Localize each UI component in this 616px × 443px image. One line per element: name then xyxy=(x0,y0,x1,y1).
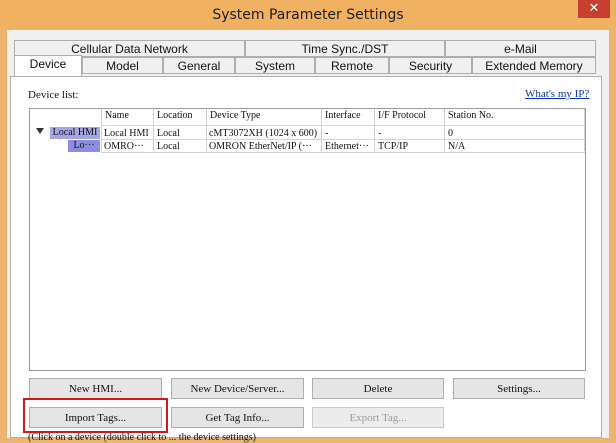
new-hmi-button[interactable]: New HMI... xyxy=(29,378,162,399)
column-header-name[interactable]: Name xyxy=(105,110,129,124)
cell-protocol: TCP/IP xyxy=(378,141,409,152)
new-device-server-button[interactable]: New Device/Server... xyxy=(171,378,304,399)
tab-model[interactable]: Model xyxy=(82,57,163,74)
cell-station: 0 xyxy=(448,128,453,139)
cell-location: Local xyxy=(157,141,180,152)
column-divider xyxy=(584,109,585,151)
expand-arrow-icon[interactable] xyxy=(36,128,44,134)
column-divider xyxy=(101,109,102,151)
cell-device-type: OMRON EtherNet/IP (··· xyxy=(209,141,312,152)
export-tag-button: Export Tag... xyxy=(312,407,444,428)
column-divider xyxy=(374,109,375,151)
title-bar: System Parameter Settings ✕ xyxy=(0,0,616,30)
tab-extended-memory[interactable]: Extended Memory xyxy=(472,57,596,74)
column-header-device-type[interactable]: Device Type xyxy=(210,110,260,124)
settings-button[interactable]: Settings... xyxy=(453,378,585,399)
tab-device[interactable]: Device xyxy=(14,55,82,76)
row-divider xyxy=(101,152,585,153)
column-divider xyxy=(206,109,207,151)
cell-location: Local xyxy=(157,128,180,139)
cell-name: OMRO··· xyxy=(104,141,144,152)
column-divider xyxy=(153,109,154,151)
delete-button[interactable]: Delete xyxy=(312,378,444,399)
column-header-location[interactable]: Location xyxy=(157,110,193,124)
whats-my-ip-link[interactable]: What's my IP? xyxy=(525,88,589,100)
column-header-if-protocol[interactable]: I/F Protocol xyxy=(378,110,426,124)
device-list-label: Device list: xyxy=(28,89,79,101)
column-header-station-no[interactable]: Station No. xyxy=(448,110,494,124)
close-button[interactable]: ✕ xyxy=(578,0,610,18)
cell-device-type: cMT3072XH (1024 x 600) xyxy=(209,128,318,139)
cell-station: N/A xyxy=(448,141,466,152)
column-header-interface[interactable]: Interface xyxy=(325,110,361,124)
cell-protocol: - xyxy=(378,128,382,139)
tab-security[interactable]: Security xyxy=(389,57,472,74)
tab-system[interactable]: System xyxy=(235,57,315,74)
cell-interface: - xyxy=(325,128,329,139)
tab-general[interactable]: General xyxy=(163,57,235,74)
cell-name: Local HMI xyxy=(104,128,149,139)
column-divider xyxy=(444,109,445,151)
column-divider xyxy=(321,109,322,151)
window-title: System Parameter Settings xyxy=(212,7,404,23)
tree-node-local-hmi[interactable]: Local HMI xyxy=(50,127,100,139)
tab-time-sync-dst[interactable]: Time Sync./DST xyxy=(245,40,445,57)
tab-remote[interactable]: Remote xyxy=(315,57,389,74)
tree-node-local-device[interactable]: Lo··· xyxy=(68,140,100,152)
row-divider xyxy=(101,139,585,140)
header-divider xyxy=(101,125,585,126)
import-tags-highlight xyxy=(23,398,168,433)
get-tag-info-button[interactable]: Get Tag Info... xyxy=(171,407,304,428)
cell-interface: Ethernet··· xyxy=(325,141,369,152)
tab-e-mail[interactable]: e-Mail xyxy=(445,40,596,57)
